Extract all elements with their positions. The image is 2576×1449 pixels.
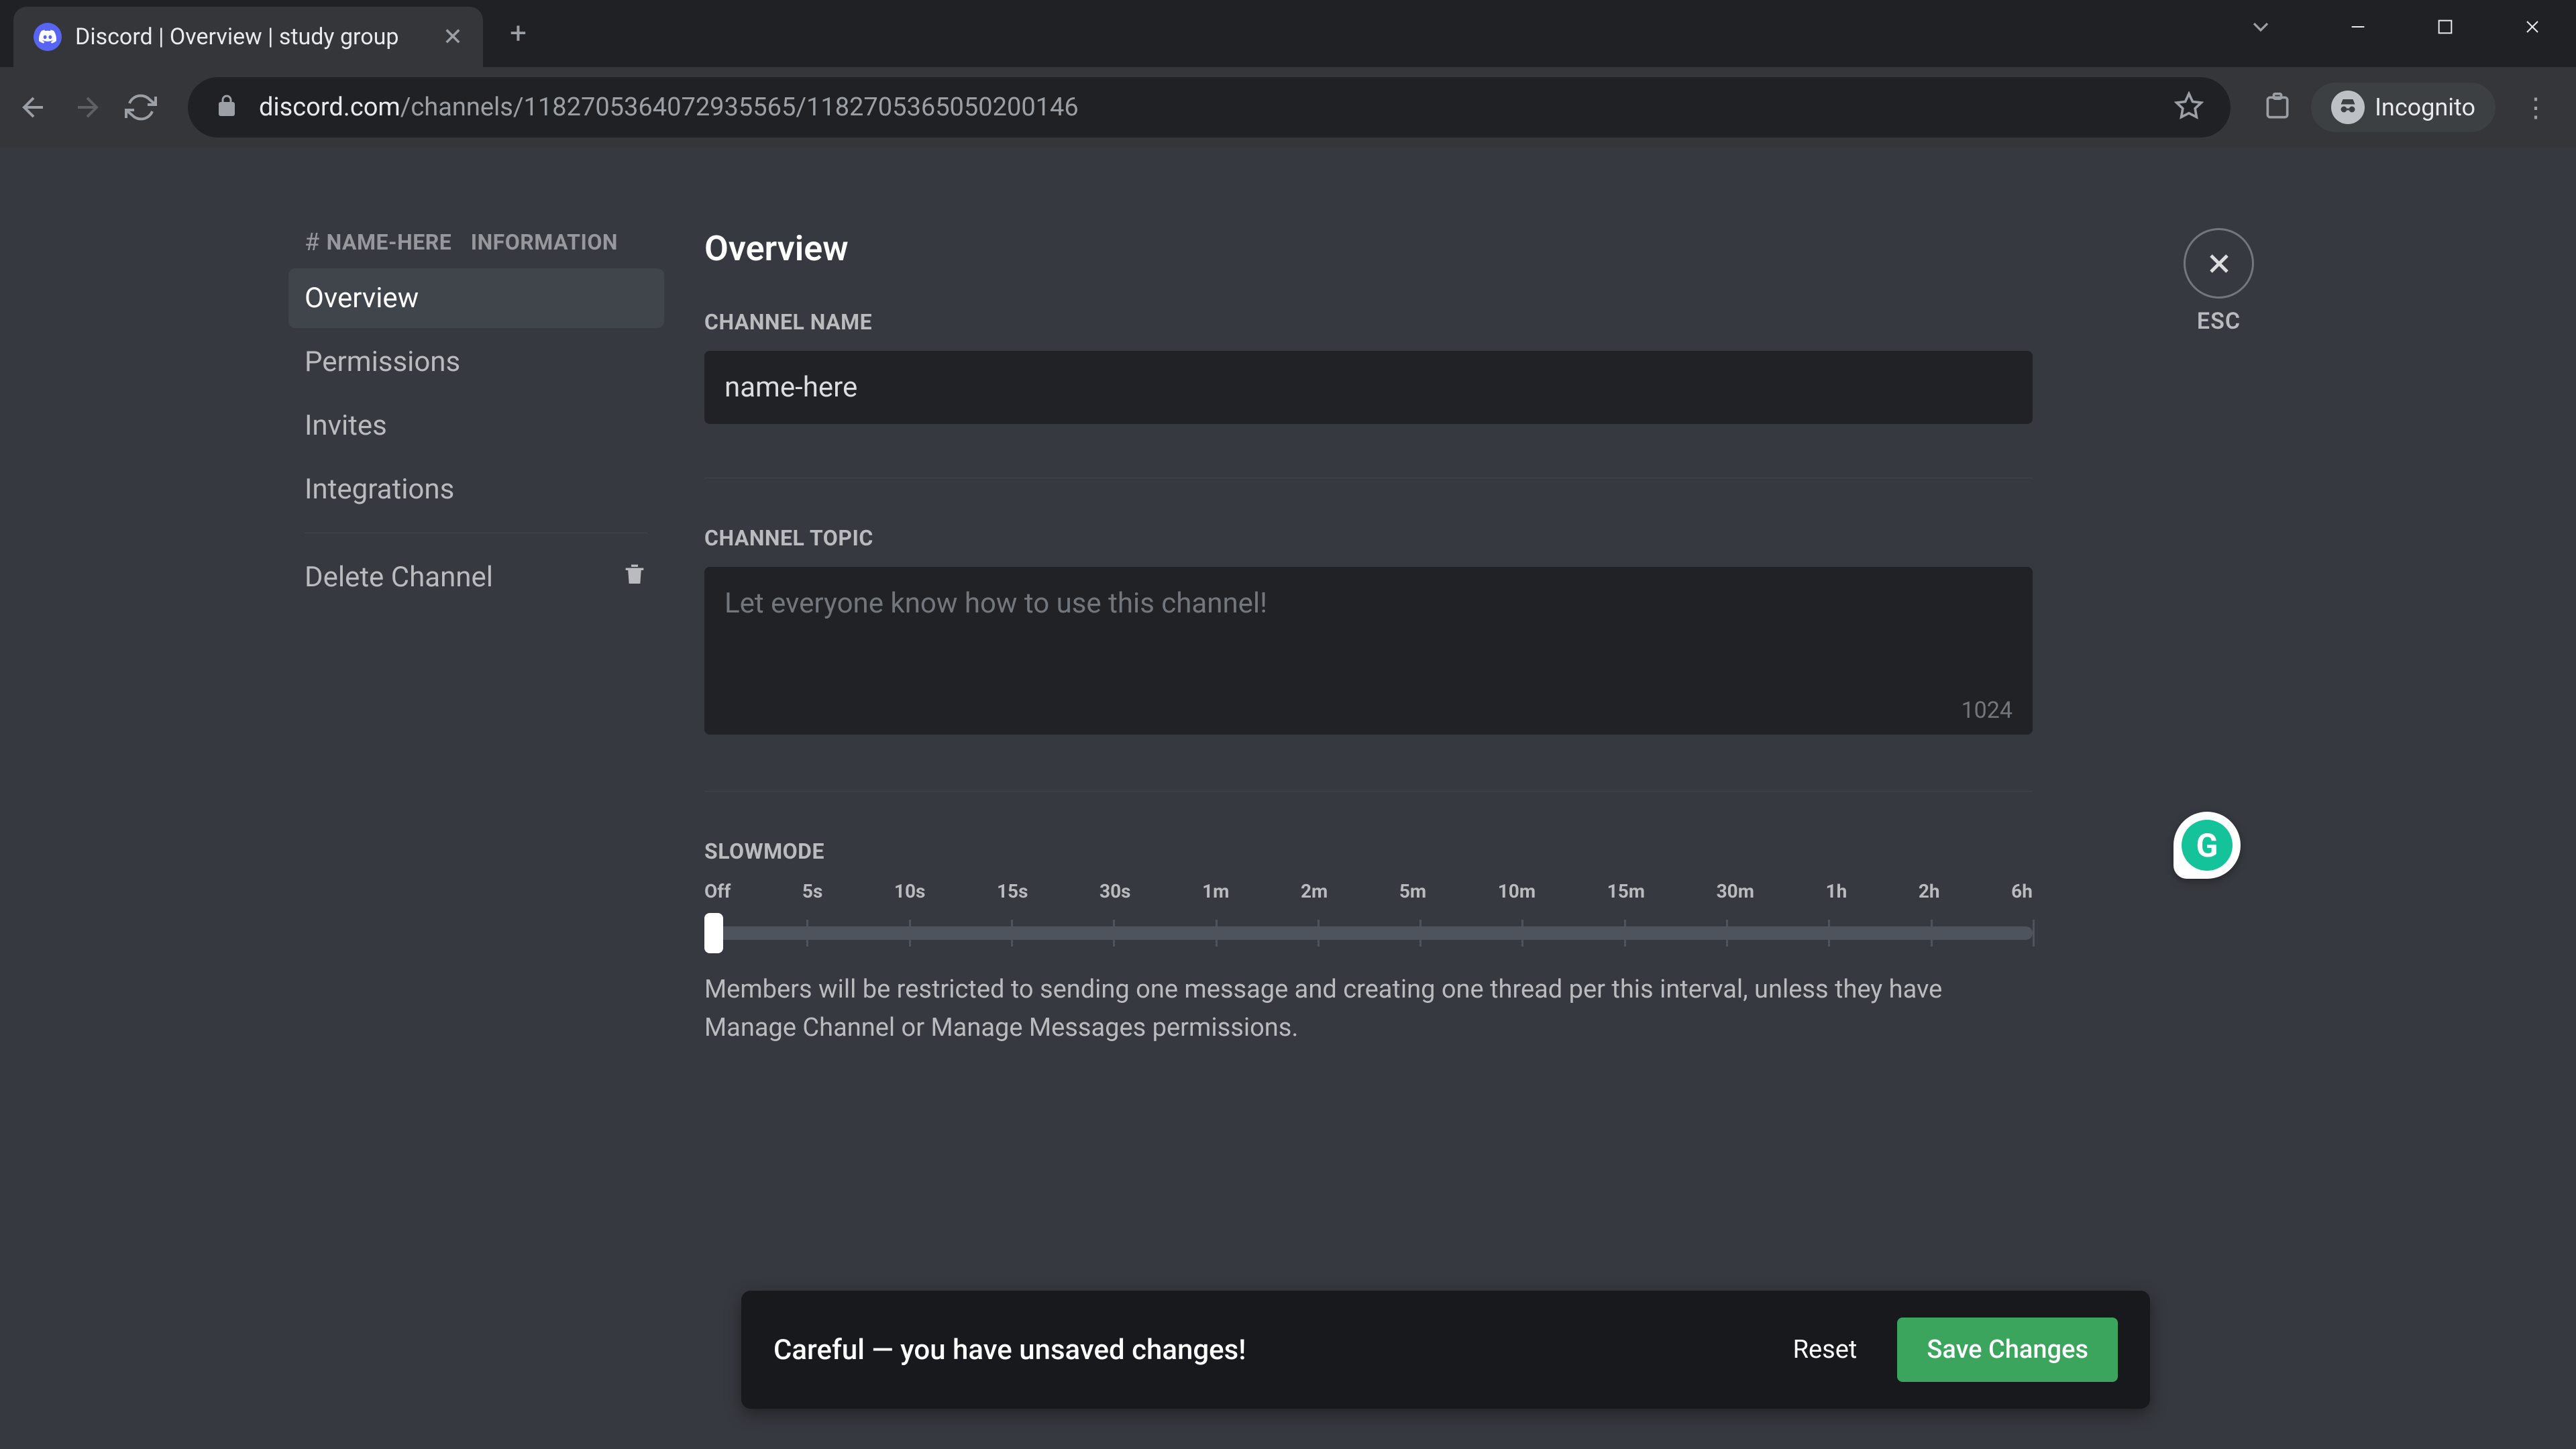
nav-bar: discord.com/channels/1182705364072935565…: [0, 67, 2576, 148]
reset-button[interactable]: Reset: [1766, 1319, 1884, 1381]
slider-tick: [2033, 920, 2035, 947]
slider-thumb[interactable]: [704, 913, 723, 953]
slider-tick: [1726, 920, 1728, 947]
slider-tick: [1931, 920, 1933, 947]
url-bar[interactable]: discord.com/channels/1182705364072935565…: [188, 77, 2231, 138]
slowmode-tick-label: 30s: [1099, 880, 1131, 902]
sidebar-item-overview[interactable]: Overview: [288, 268, 664, 328]
incognito-icon: [2331, 91, 2365, 124]
sidebar-item-permissions[interactable]: Permissions: [288, 332, 664, 392]
slider-tick: [909, 920, 911, 947]
slider-tick: [1419, 920, 1421, 947]
url-text: discord.com/channels/1182705364072935565…: [259, 93, 1079, 122]
sidebar-header-suffix: INFORMATION: [471, 229, 618, 255]
discord-favicon: [34, 23, 62, 51]
slowmode-tick-labels: Off 5s 10s 15s 30s 1m 2m 5m 10m 15m 30m 1h 2h 6h: [704, 880, 2033, 902]
slider-tick: [1828, 920, 1830, 947]
slowmode-description: Members will be restricted to sending on…: [704, 971, 2033, 1047]
tab-bar: Discord | Overview | study group ✕ +: [0, 0, 2576, 67]
slowmode-tick-label: 1m: [1202, 880, 1229, 902]
slowmode-tick-label: 1h: [1826, 880, 1847, 902]
tab-close-icon[interactable]: ✕: [443, 25, 463, 49]
window-maximize-button[interactable]: [2402, 0, 2489, 54]
discord-app: # NAME-HERE INFORMATION Overview Permiss…: [0, 148, 2576, 1449]
page-title: Overview: [704, 228, 2033, 269]
incognito-label: Incognito: [2375, 93, 2475, 121]
slowmode-tick-label: 2h: [1919, 880, 1940, 902]
section-divider: [704, 791, 2033, 792]
extensions-icon[interactable]: [2257, 87, 2298, 127]
slider-tick: [1624, 920, 1626, 947]
unsaved-changes-toast: Careful — you have unsaved changes! Rese…: [741, 1291, 2150, 1409]
browser-chrome: Discord | Overview | study group ✕ + dis…: [0, 0, 2576, 148]
slowmode-slider[interactable]: [704, 910, 2033, 951]
sidebar-header-channel: NAME-HERE: [327, 229, 452, 255]
slowmode-tick-label: 15s: [997, 880, 1028, 902]
incognito-badge[interactable]: Incognito: [2311, 83, 2496, 132]
slowmode-tick-label: 2m: [1301, 880, 1328, 902]
lock-icon: [215, 94, 239, 121]
bookmark-star-icon[interactable]: [2174, 91, 2204, 123]
new-tab-button[interactable]: +: [510, 15, 527, 50]
window-controls: [2314, 0, 2576, 54]
slider-track: [704, 926, 2033, 940]
window-close-button[interactable]: [2489, 0, 2576, 54]
slider-tick: [1113, 920, 1115, 947]
reload-button[interactable]: [121, 87, 161, 127]
forward-button[interactable]: [67, 87, 107, 127]
trash-icon: [621, 560, 648, 594]
channel-topic-charcount: 1024: [1962, 697, 2012, 724]
sidebar-header: # NAME-HERE INFORMATION: [288, 228, 664, 268]
toast-message: Careful — you have unsaved changes!: [773, 1334, 1766, 1366]
settings-main: Overview Channel Name Channel Topic 1024…: [704, 148, 2576, 1449]
channel-topic-label: Channel Topic: [704, 525, 2033, 551]
hash-icon: #: [305, 228, 320, 256]
slider-tick: [1011, 920, 1013, 947]
browser-tab[interactable]: Discord | Overview | study group ✕: [13, 7, 483, 67]
channel-name-input[interactable]: [704, 351, 2033, 424]
channel-name-label: Channel Name: [704, 309, 2033, 335]
grammarly-icon: G: [2182, 820, 2233, 871]
slider-tick: [1318, 920, 1320, 947]
slowmode-tick-label: Off: [704, 880, 731, 902]
save-changes-button[interactable]: Save Changes: [1897, 1318, 2118, 1382]
slowmode-tick-label: 30m: [1717, 880, 1754, 902]
slowmode-tick-label: 6h: [2011, 880, 2033, 902]
channel-topic-input[interactable]: [704, 567, 2033, 735]
slowmode-tick-label: 5m: [1399, 880, 1426, 902]
slider-tick: [806, 920, 808, 947]
slowmode-tick-label: 15m: [1607, 880, 1645, 902]
settings-sidebar: # NAME-HERE INFORMATION Overview Permiss…: [0, 148, 704, 1449]
slowmode-tick-label: 5s: [802, 880, 822, 902]
tabs-chevron-icon[interactable]: [2247, 13, 2274, 43]
slowmode-label: Slowmode: [704, 839, 2033, 864]
close-button[interactable]: [2184, 228, 2254, 299]
slider-tick: [1521, 920, 1523, 947]
grammarly-widget[interactable]: G: [2174, 812, 2241, 879]
slowmode-tick-label: 10s: [894, 880, 926, 902]
sidebar-item-invites[interactable]: Invites: [288, 396, 664, 455]
close-esc-group: ESC: [2184, 228, 2254, 335]
sidebar-item-delete-channel[interactable]: Delete Channel: [288, 547, 664, 608]
back-button[interactable]: [13, 87, 54, 127]
window-minimize-button[interactable]: [2314, 0, 2402, 54]
browser-menu-button[interactable]: ⋮: [2509, 92, 2563, 123]
slowmode-tick-label: 10m: [1498, 880, 1536, 902]
tab-title: Discord | Overview | study group: [75, 23, 429, 50]
esc-label: ESC: [2197, 308, 2241, 335]
sidebar-item-integrations[interactable]: Integrations: [288, 460, 664, 519]
slider-tick: [1216, 920, 1218, 947]
